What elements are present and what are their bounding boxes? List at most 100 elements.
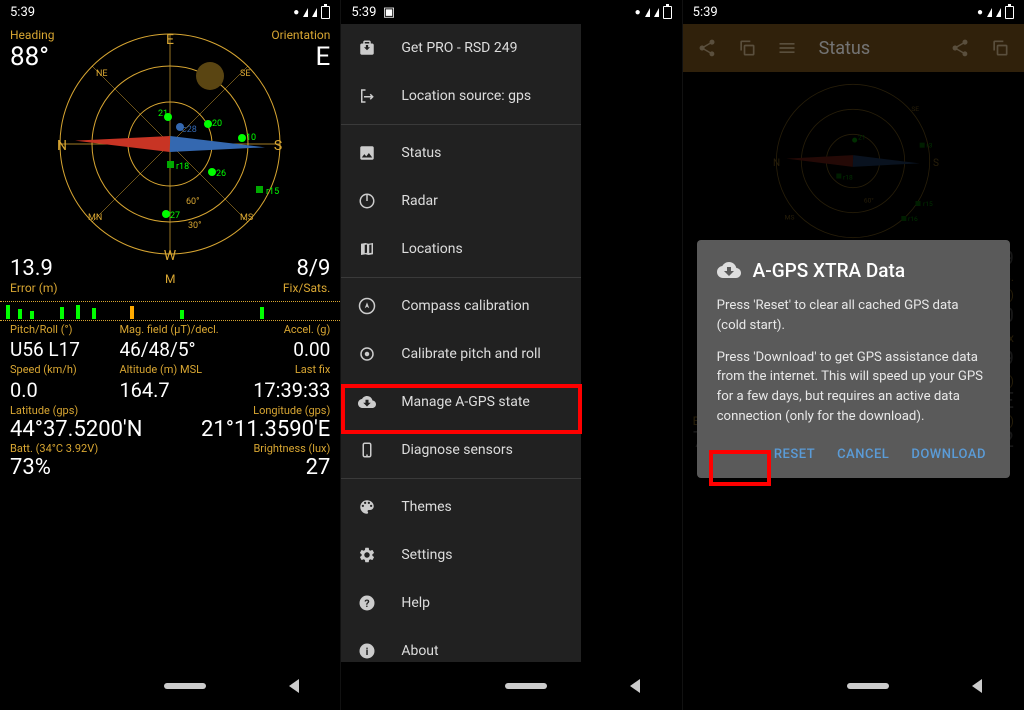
compass: E S N W NE SE MS MN 60° 30° 21 c28 20 10… <box>50 24 290 264</box>
screen-dialog: 5:39 ● Status <box>683 0 1024 710</box>
help-icon: ? <box>357 593 377 613</box>
menu-compass-calibration[interactable]: Compass calibration <box>341 282 581 330</box>
nav-back[interactable] <box>289 679 299 693</box>
menu-manage-agps[interactable]: Manage A-GPS state <box>341 378 581 426</box>
status-bar: 5:39 ▣ ● <box>341 0 681 24</box>
magfield-label: Mag. field (µT)/decl. <box>119 323 220 336</box>
menu-label: Location source: gps <box>401 88 531 104</box>
navigation-bar <box>0 662 340 710</box>
screen-menu: 5:39 ▣ ● Get PRO - RSD 249 Location sour… <box>341 0 682 710</box>
svg-text:S: S <box>274 138 282 154</box>
status-icons: ● <box>977 6 1014 19</box>
menu-themes[interactable]: Themes <box>341 483 581 531</box>
fix-label: Fix/Sats. <box>283 281 330 295</box>
svg-text:30°: 30° <box>188 221 201 231</box>
accel-value: 0.00 <box>229 338 330 361</box>
menu-status[interactable]: Status <box>341 129 581 177</box>
menu-label: Radar <box>401 193 438 209</box>
altitude-value: 164.7 <box>119 378 220 402</box>
menu-label: Diagnose sensors <box>401 442 512 458</box>
svg-text:SE: SE <box>240 69 250 79</box>
menu-radar[interactable]: Radar <box>341 177 581 225</box>
lastfix-label: Last fix <box>229 363 330 376</box>
svg-text:?: ? <box>365 597 370 610</box>
svg-text:21: 21 <box>158 109 168 119</box>
error-label: Error (m) <box>10 281 58 295</box>
nav-home[interactable] <box>505 683 547 689</box>
lat-value: 44°37.5200'N <box>10 417 142 442</box>
dialog-body: Press 'Reset' to clear all cached GPS da… <box>717 296 990 427</box>
batt-value: 73% <box>10 455 51 480</box>
pitchroll-label: Pitch/Roll (°) <box>10 323 111 336</box>
nav-back[interactable] <box>972 679 982 693</box>
batt-label: Batt. (34°C 3.92V) <box>10 442 98 455</box>
svg-text:MN: MN <box>88 213 102 223</box>
menu-label: Compass calibration <box>401 298 529 314</box>
status-icons: ● <box>635 6 672 19</box>
radar-icon <box>357 191 377 211</box>
orientation-value: E <box>316 42 331 72</box>
menu-diagnose-sensors[interactable]: Diagnose sensors <box>341 426 581 474</box>
altitude-label: Altitude (m) MSL <box>119 363 220 376</box>
dialog-title-text: A-GPS XTRA Data <box>753 259 905 282</box>
menu-about[interactable]: i About <box>341 627 581 662</box>
download-button[interactable]: DOWNLOAD <box>911 447 986 462</box>
svg-text:26: 26 <box>216 169 226 179</box>
svg-text:20: 20 <box>212 119 222 129</box>
status-bar: 5:39 ● <box>0 0 340 24</box>
nav-home[interactable] <box>164 683 206 689</box>
status-time: 5:39 <box>693 5 718 20</box>
menu-get-pro[interactable]: Get PRO - RSD 249 <box>341 24 581 72</box>
svg-text:r18: r18 <box>176 162 189 172</box>
satellites: 21 c28 20 10 r18 26 r15 27 <box>158 109 279 221</box>
agps-dialog: A-GPS XTRA Data Press 'Reset' to clear a… <box>697 240 1010 478</box>
svg-text:60°: 60° <box>186 197 199 207</box>
palette-icon <box>357 497 377 517</box>
svg-text:i: i <box>366 645 369 658</box>
phone-icon <box>357 440 377 460</box>
svg-text:10: 10 <box>246 133 256 143</box>
accel-label: Accel. (g) <box>229 323 330 336</box>
navigation-bar <box>683 662 1024 710</box>
menu-label: Manage A-GPS state <box>401 394 530 410</box>
menu-label: Calibrate pitch and roll <box>401 346 540 362</box>
cancel-button[interactable]: CANCEL <box>837 447 889 462</box>
lon-label: Longitude (gps) <box>253 404 330 417</box>
screen-gps-status: 5:39 ● Heading Orientation 88° E <box>0 0 341 710</box>
status-time: 5:39 ▣ <box>351 5 395 20</box>
info-icon: i <box>357 641 377 661</box>
nav-back[interactable] <box>630 679 640 693</box>
svg-text:NE: NE <box>96 69 108 79</box>
menu-label: Locations <box>401 241 462 257</box>
pitchroll-value: U56 L17 <box>10 338 111 361</box>
navigation-bar <box>341 662 681 710</box>
menu-settings[interactable]: Settings <box>341 531 581 579</box>
cloud-download-icon <box>717 258 741 282</box>
bright-value: 27 <box>306 455 331 480</box>
menu-label: About <box>401 643 438 659</box>
menu-label: Help <box>401 595 430 611</box>
svg-text:27: 27 <box>170 211 180 221</box>
needle-north <box>75 133 171 152</box>
heading-value: 88° <box>10 42 49 72</box>
menu-label: Get PRO - RSD 249 <box>401 40 517 56</box>
shop-icon <box>357 38 377 58</box>
signal-bars <box>0 301 340 321</box>
gear-icon <box>357 545 377 565</box>
svg-text:W: W <box>164 248 177 264</box>
compass-icon <box>357 296 377 316</box>
nav-home[interactable] <box>847 683 889 689</box>
navigation-drawer[interactable]: Get PRO - RSD 249 Location source: gps S… <box>341 24 581 662</box>
svg-text:MS: MS <box>240 213 253 223</box>
magfield-value: 46/48/5° <box>119 338 220 361</box>
menu-locations[interactable]: Locations <box>341 225 581 273</box>
reset-button[interactable]: RESET <box>774 447 815 462</box>
menu-calibrate-pitch[interactable]: Calibrate pitch and roll <box>341 330 581 378</box>
heading-label: Heading <box>10 28 55 42</box>
menu-help[interactable]: ? Help <box>341 579 581 627</box>
svg-text:N: N <box>57 138 67 154</box>
map-icon <box>357 239 377 259</box>
menu-location-source[interactable]: Location source: gps <box>341 72 581 120</box>
lat-label: Latitude (gps) <box>10 404 78 417</box>
svg-text:r15: r15 <box>266 187 279 197</box>
